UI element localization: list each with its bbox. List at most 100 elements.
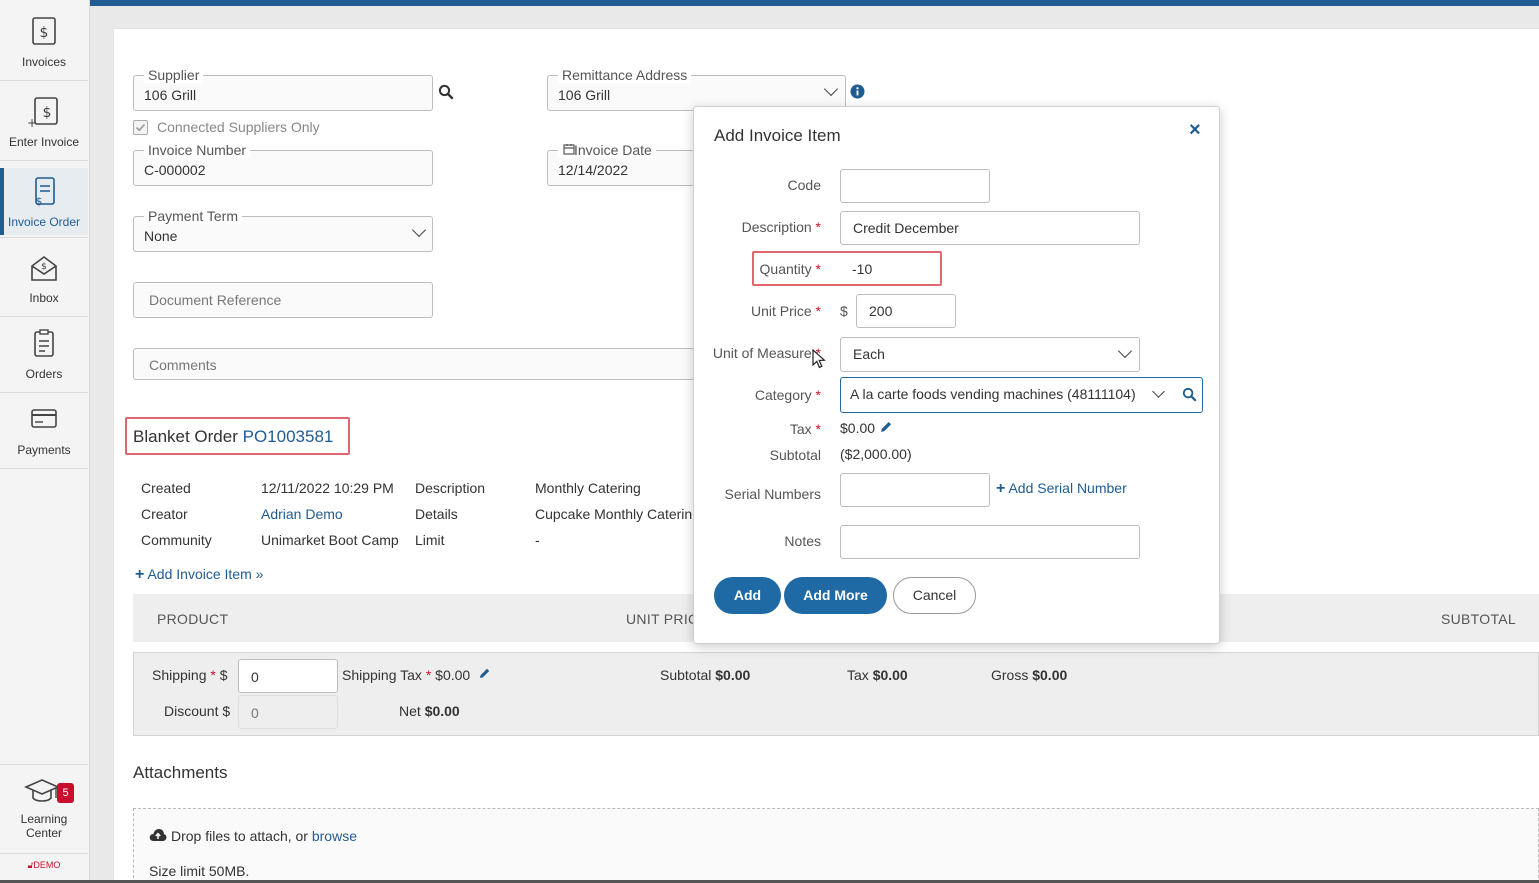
connected-suppliers-label: Connected Suppliers Only (157, 119, 320, 135)
unit-price-label: Unit Price * (751, 303, 821, 319)
limit-value: - (535, 532, 540, 548)
svg-text:$: $ (43, 105, 52, 121)
drop-text: Drop files to attach, or browse (171, 828, 357, 844)
invoice-date-value: 12/14/2022 (558, 162, 629, 178)
subtotal-summary: Subtotal $0.00 (660, 667, 750, 683)
invoice-number-field[interactable]: Invoice Number C-000002 (133, 142, 433, 186)
shipping-label: Shipping * $ (152, 667, 228, 683)
sidebar-divider (0, 468, 88, 469)
top-accent-bar (90, 0, 1539, 6)
supplier-field[interactable]: Supplier 106 Grill (133, 67, 433, 111)
calendar-icon (563, 144, 575, 155)
serial-numbers-input[interactable] (840, 473, 990, 507)
search-icon[interactable] (1182, 387, 1197, 402)
column-header-subtotal: SUBTOTAL (1441, 611, 1517, 627)
category-value: A la carte foods vending machines (48111… (850, 386, 1136, 402)
file-drop-zone[interactable] (133, 808, 1539, 883)
add-button[interactable]: Add (714, 577, 781, 614)
demo-text: DEMO (33, 860, 61, 870)
add-serial-number-link[interactable]: + Add Serial Number (996, 480, 1127, 498)
unit-of-measure-select[interactable]: Each (840, 337, 1140, 372)
code-input[interactable] (840, 169, 990, 203)
sidebar-divider (0, 853, 88, 854)
required-mark: * (425, 667, 432, 683)
size-limit-text: Size limit 50MB. (149, 863, 250, 879)
community-value: Unimarket Boot Camp (261, 532, 399, 548)
payment-term-value: None (144, 228, 178, 244)
sidebar-item-orders[interactable]: Orders (0, 328, 88, 392)
learning-center-label-line1: Learning (20, 812, 68, 826)
chevron-down-icon (411, 222, 427, 238)
net-summary: Net $0.00 (399, 703, 460, 719)
checkmark-icon (135, 123, 146, 132)
unit-price-input[interactable]: 200 (856, 294, 956, 328)
shipping-tax-value: $0.00 (435, 667, 471, 683)
payments-icon (31, 409, 57, 428)
sidebar-item-inbox[interactable]: $ Inbox (0, 252, 88, 316)
sidebar: $ Invoices $ + Enter Invoice $ Invoice Or… (0, 0, 90, 880)
notes-input[interactable] (840, 525, 1140, 559)
comments-input[interactable]: Comments (133, 348, 703, 380)
sidebar-item-invoice-order[interactable]: $ Invoice Order (0, 168, 88, 235)
shipping-label-text: Shipping (152, 667, 207, 683)
sidebar-item-invoices[interactable]: $ Invoices (0, 16, 88, 80)
sidebar-item-payments[interactable]: Payments (0, 404, 88, 468)
plus-icon: + (996, 480, 1006, 497)
connected-suppliers-checkbox[interactable] (133, 120, 148, 135)
drop-text-label: Drop files to attach, or (171, 828, 308, 844)
pencil-icon[interactable] (478, 667, 491, 680)
column-header-unit-price: UNIT PRIC (626, 611, 699, 627)
info-icon[interactable] (850, 84, 865, 99)
add-more-button[interactable]: Add More (784, 577, 887, 614)
cloud-upload-icon (149, 829, 167, 841)
description-input[interactable]: Credit December (840, 211, 1140, 245)
gross-label: Gross (991, 667, 1029, 683)
shipping-input[interactable]: 0 (238, 659, 338, 693)
quantity-label: Quantity * (760, 261, 821, 277)
close-icon[interactable]: × (1189, 119, 1201, 142)
creator-link[interactable]: Adrian Demo (261, 506, 343, 522)
comments-placeholder: Comments (149, 357, 217, 373)
search-icon[interactable] (438, 84, 454, 100)
cancel-button[interactable]: Cancel (893, 577, 976, 614)
invoice-order-icon: $ (35, 177, 55, 208)
details-label: Details (415, 506, 458, 522)
document-reference-input[interactable]: Document Reference (133, 282, 433, 318)
quantity-input[interactable]: -10 (840, 253, 938, 287)
add-invoice-item-link[interactable]: + Add Invoice Item » (135, 566, 263, 584)
gross-summary: Gross $0.00 (991, 667, 1067, 683)
discount-input[interactable]: 0 (238, 695, 338, 729)
payment-term-select[interactable]: Payment Term None (133, 208, 433, 252)
serial-numbers-label: Serial Numbers (724, 486, 821, 502)
subtotal-value: $0.00 (715, 667, 751, 683)
blanket-order-number-link[interactable]: PO1003581 (243, 427, 334, 446)
description-label-text: Description (741, 219, 812, 235)
learning-center-label-line2: Center (25, 826, 63, 840)
blanket-order-prefix: Blanket Order (133, 427, 238, 446)
tax-value: $0.00 (840, 420, 876, 436)
required-mark: * (815, 303, 821, 319)
category-label-text: Category (754, 387, 812, 403)
description-label: Description * (742, 219, 821, 235)
orders-icon (34, 329, 54, 357)
modal-title: Add Invoice Item (714, 126, 841, 145)
category-select[interactable]: A la carte foods vending machines (48111… (840, 377, 1203, 413)
sidebar-divider (0, 392, 88, 393)
chevron-down-icon (1117, 343, 1133, 359)
tax-summary: Tax $0.00 (847, 667, 908, 683)
sidebar-divider (0, 316, 88, 317)
description-value: Monthly Catering (535, 480, 641, 496)
shipping-currency: $ (219, 667, 228, 683)
unit-of-measure-label-text: Unit of Measure (712, 345, 812, 361)
invoice-number-value: C-000002 (144, 162, 206, 178)
svg-text:$: $ (40, 25, 49, 41)
invoice-dollar-icon: $ (32, 17, 56, 45)
sidebar-item-learning-center[interactable]: Learning Center (0, 776, 88, 846)
gross-value: $0.00 (1032, 667, 1068, 683)
sidebar-item-enter-invoice[interactable]: $ + Enter Invoice (0, 96, 88, 160)
invoice-date-field[interactable]: Invoice Date 12/14/2022 (547, 142, 697, 186)
limit-label: Limit (415, 532, 445, 548)
supplier-value: 106 Grill (144, 87, 197, 103)
pencil-icon[interactable] (879, 420, 893, 434)
browse-link[interactable]: browse (312, 828, 357, 844)
